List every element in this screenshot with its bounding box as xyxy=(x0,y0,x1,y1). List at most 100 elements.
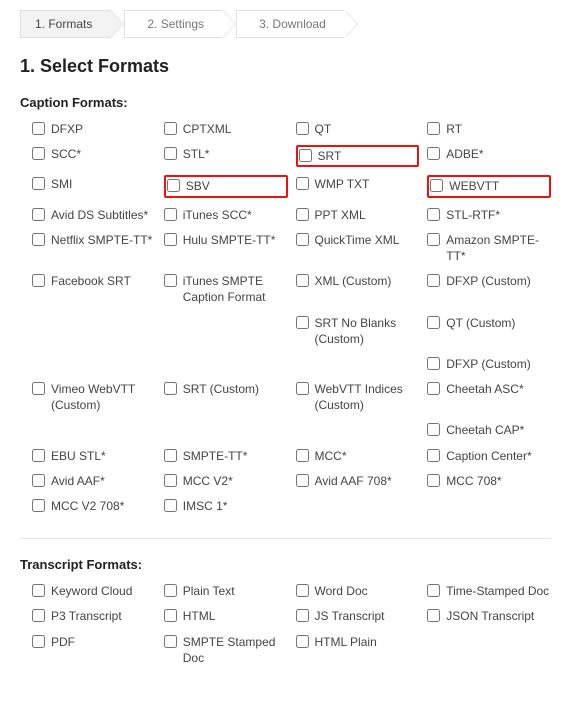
caption-option-cheetah-cap[interactable]: Cheetah CAP* xyxy=(427,421,551,438)
caption-checkbox-wmp-txt[interactable] xyxy=(296,177,309,190)
caption-option-avid-aaf-708[interactable]: Avid AAF 708* xyxy=(296,472,420,489)
caption-option-mcc[interactable]: MCC* xyxy=(296,447,420,464)
caption-checkbox-mcc-v2[interactable] xyxy=(164,474,177,487)
caption-checkbox-adbe[interactable] xyxy=(427,147,440,160)
caption-option-rt[interactable]: RT xyxy=(427,120,551,137)
caption-checkbox-ebu-stl[interactable] xyxy=(32,449,45,462)
caption-checkbox-mcc-708[interactable] xyxy=(427,474,440,487)
caption-checkbox-netflix-smpte-tt[interactable] xyxy=(32,233,45,246)
caption-checkbox-cheetah-asc[interactable] xyxy=(427,382,440,395)
caption-option-caption-center[interactable]: Caption Center* xyxy=(427,447,551,464)
transcript-option-html-plain[interactable]: HTML Plain xyxy=(296,633,420,666)
caption-checkbox-smpte-tt[interactable] xyxy=(164,449,177,462)
caption-option-stl-rtf[interactable]: STL-RTF* xyxy=(427,206,551,223)
transcript-checkbox-html[interactable] xyxy=(164,609,177,622)
caption-checkbox-stl-rtf[interactable] xyxy=(427,208,440,221)
caption-option-quicktime-xml[interactable]: QuickTime XML xyxy=(296,231,420,264)
caption-checkbox-vimeo-webvtt-custom[interactable] xyxy=(32,382,45,395)
caption-checkbox-srt-custom[interactable] xyxy=(164,382,177,395)
caption-checkbox-itunes-smpte-caption-format[interactable] xyxy=(164,274,177,287)
caption-checkbox-qt-custom[interactable] xyxy=(427,316,440,329)
caption-checkbox-avid-aaf-708[interactable] xyxy=(296,474,309,487)
caption-checkbox-cptxml[interactable] xyxy=(164,122,177,135)
transcript-checkbox-word-doc[interactable] xyxy=(296,584,309,597)
caption-checkbox-avid-ds-subtitles[interactable] xyxy=(32,208,45,221)
caption-checkbox-dfxp[interactable] xyxy=(32,122,45,135)
caption-checkbox-srt-no-blanks-custom[interactable] xyxy=(296,316,309,329)
caption-option-cheetah-asc[interactable]: Cheetah ASC* xyxy=(427,380,551,413)
caption-option-dfxp-custom[interactable]: DFXP (Custom) xyxy=(427,355,551,372)
caption-option-smi[interactable]: SMI xyxy=(32,175,156,197)
caption-option-webvtt-indices-custom[interactable]: WebVTT Indices (Custom) xyxy=(296,380,420,413)
caption-option-srt[interactable]: SRT xyxy=(296,145,420,167)
caption-option-mcc-v2-708[interactable]: MCC V2 708* xyxy=(32,497,156,514)
caption-option-xml-custom[interactable]: XML (Custom) xyxy=(296,272,420,305)
transcript-checkbox-keyword-cloud[interactable] xyxy=(32,584,45,597)
transcript-option-json-transcript[interactable]: JSON Transcript xyxy=(427,607,551,624)
caption-checkbox-scc[interactable] xyxy=(32,147,45,160)
caption-checkbox-rt[interactable] xyxy=(427,122,440,135)
caption-option-srt-custom[interactable]: SRT (Custom) xyxy=(164,380,288,413)
caption-checkbox-hulu-smpte-tt[interactable] xyxy=(164,233,177,246)
transcript-checkbox-pdf[interactable] xyxy=(32,635,45,648)
caption-option-cptxml[interactable]: CPTXML xyxy=(164,120,288,137)
transcript-checkbox-json-transcript[interactable] xyxy=(427,609,440,622)
caption-option-mcc-708[interactable]: MCC 708* xyxy=(427,472,551,489)
caption-option-ebu-stl[interactable]: EBU STL* xyxy=(32,447,156,464)
caption-checkbox-webvtt[interactable] xyxy=(430,179,443,192)
caption-option-netflix-smpte-tt[interactable]: Netflix SMPTE-TT* xyxy=(32,231,156,264)
caption-checkbox-facebook-srt[interactable] xyxy=(32,274,45,287)
step-download[interactable]: 3. Download xyxy=(236,10,344,38)
caption-option-dfxp[interactable]: DFXP xyxy=(32,120,156,137)
transcript-option-html[interactable]: HTML xyxy=(164,607,288,624)
caption-option-avid-aaf[interactable]: Avid AAF* xyxy=(32,472,156,489)
caption-option-facebook-srt[interactable]: Facebook SRT xyxy=(32,272,156,305)
caption-option-adbe[interactable]: ADBE* xyxy=(427,145,551,167)
caption-option-mcc-v2[interactable]: MCC V2* xyxy=(164,472,288,489)
caption-option-qt-custom[interactable]: QT (Custom) xyxy=(427,314,551,347)
caption-option-webvtt[interactable]: WEBVTT xyxy=(427,175,551,197)
caption-option-avid-ds-subtitles[interactable]: Avid DS Subtitles* xyxy=(32,206,156,223)
step-formats[interactable]: 1. Formats xyxy=(20,10,110,38)
transcript-option-pdf[interactable]: PDF xyxy=(32,633,156,666)
caption-checkbox-mcc[interactable] xyxy=(296,449,309,462)
caption-option-hulu-smpte-tt[interactable]: Hulu SMPTE-TT* xyxy=(164,231,288,264)
transcript-checkbox-js-transcript[interactable] xyxy=(296,609,309,622)
caption-checkbox-xml-custom[interactable] xyxy=(296,274,309,287)
transcript-option-js-transcript[interactable]: JS Transcript xyxy=(296,607,420,624)
caption-option-smpte-tt[interactable]: SMPTE-TT* xyxy=(164,447,288,464)
caption-checkbox-sbv[interactable] xyxy=(167,179,180,192)
transcript-checkbox-plain-text[interactable] xyxy=(164,584,177,597)
transcript-checkbox-p3-transcript[interactable] xyxy=(32,609,45,622)
caption-checkbox-caption-center[interactable] xyxy=(427,449,440,462)
caption-checkbox-smi[interactable] xyxy=(32,177,45,190)
caption-option-sbv[interactable]: SBV xyxy=(164,175,288,197)
caption-checkbox-qt[interactable] xyxy=(296,122,309,135)
caption-checkbox-srt[interactable] xyxy=(299,149,312,162)
caption-checkbox-avid-aaf[interactable] xyxy=(32,474,45,487)
transcript-option-p3-transcript[interactable]: P3 Transcript xyxy=(32,607,156,624)
caption-option-stl[interactable]: STL* xyxy=(164,145,288,167)
transcript-checkbox-time-stamped-doc[interactable] xyxy=(427,584,440,597)
caption-checkbox-mcc-v2-708[interactable] xyxy=(32,499,45,512)
caption-checkbox-dfxp-custom[interactable] xyxy=(427,357,440,370)
transcript-checkbox-html-plain[interactable] xyxy=(296,635,309,648)
caption-checkbox-webvtt-indices-custom[interactable] xyxy=(296,382,309,395)
caption-checkbox-stl[interactable] xyxy=(164,147,177,160)
caption-checkbox-amazon-smpte-tt[interactable] xyxy=(427,233,440,246)
caption-option-qt[interactable]: QT xyxy=(296,120,420,137)
caption-checkbox-itunes-scc[interactable] xyxy=(164,208,177,221)
caption-option-dfxp-custom[interactable]: DFXP (Custom) xyxy=(427,272,551,305)
caption-checkbox-ppt-xml[interactable] xyxy=(296,208,309,221)
caption-option-itunes-scc[interactable]: iTunes SCC* xyxy=(164,206,288,223)
caption-option-wmp-txt[interactable]: WMP TXT xyxy=(296,175,420,197)
transcript-option-smpte-stamped-doc[interactable]: SMPTE Stamped Doc xyxy=(164,633,288,666)
caption-option-ppt-xml[interactable]: PPT XML xyxy=(296,206,420,223)
caption-option-vimeo-webvtt-custom[interactable]: Vimeo WebVTT (Custom) xyxy=(32,380,156,413)
transcript-checkbox-smpte-stamped-doc[interactable] xyxy=(164,635,177,648)
caption-checkbox-imsc-1[interactable] xyxy=(164,499,177,512)
caption-option-scc[interactable]: SCC* xyxy=(32,145,156,167)
caption-option-amazon-smpte-tt[interactable]: Amazon SMPTE-TT* xyxy=(427,231,551,264)
caption-checkbox-quicktime-xml[interactable] xyxy=(296,233,309,246)
caption-checkbox-dfxp-custom[interactable] xyxy=(427,274,440,287)
